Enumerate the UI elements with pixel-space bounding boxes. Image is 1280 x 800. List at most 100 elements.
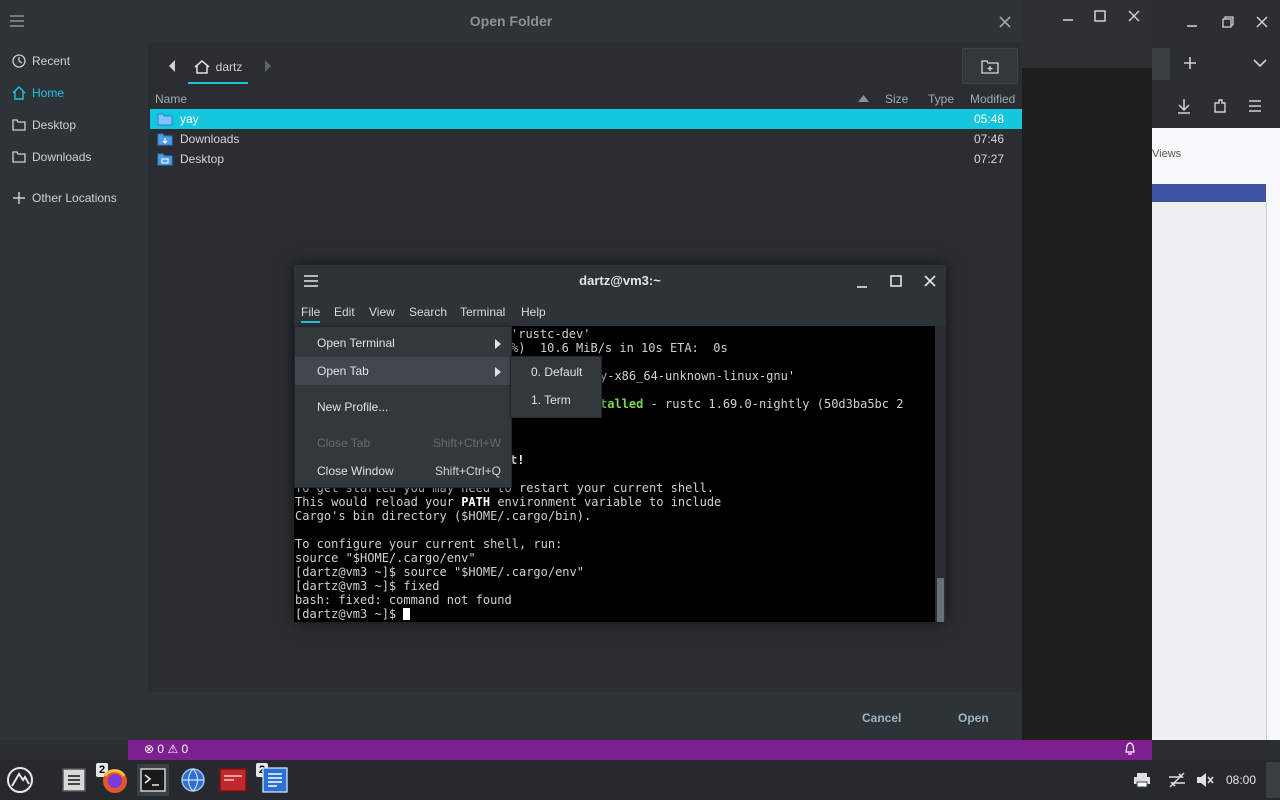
menu-item-close-window[interactable]: Close Window Shift+Ctrl+Q <box>295 457 511 485</box>
menu-item-label: New Profile... <box>317 400 389 414</box>
tab-list-chevron-icon[interactable] <box>1253 58 1267 68</box>
dialog-title: Open Folder <box>469 13 553 29</box>
submenu-item-label: 0. Default <box>531 365 583 379</box>
path-back-icon[interactable] <box>164 52 180 80</box>
new-folder-button[interactable] <box>962 48 1018 84</box>
printer-icon[interactable] <box>1133 772 1151 788</box>
column-header-name[interactable]: Name <box>155 92 187 106</box>
column-header-modified[interactable]: Modified <box>970 92 1015 106</box>
bg-close-icon[interactable] <box>1128 10 1140 22</box>
menu-item-close-tab: Close Tab Shift+Ctrl+W <box>295 429 511 457</box>
terminal-scrollbar-thumb[interactable] <box>937 578 944 622</box>
dialog-close-icon[interactable] <box>999 16 1011 28</box>
sidebar-item-downloads[interactable]: Downloads <box>12 147 91 167</box>
folder-icon <box>12 151 26 163</box>
submenu-item-default[interactable]: 0. Default <box>511 358 601 386</box>
column-header-type[interactable]: Type <box>928 92 954 106</box>
bg-maximize-icon[interactable] <box>1094 10 1106 22</box>
file-row-desktop[interactable]: Desktop 07:27 <box>150 149 1022 169</box>
terminal-text: This would reload your <box>295 495 454 509</box>
terminal-cursor <box>403 608 411 620</box>
browser-minimize-icon[interactable] <box>1186 16 1198 28</box>
submenu-arrow-icon <box>495 367 501 377</box>
browser-page-band <box>1152 184 1266 202</box>
menu-item-open-terminal[interactable]: Open Terminal <box>295 329 511 357</box>
menu-item-open-tab[interactable]: Open Tab <box>295 357 511 385</box>
file-row-downloads[interactable]: Downloads 07:46 <box>150 129 1022 149</box>
extensions-icon[interactable] <box>1212 98 1228 114</box>
column-header-size[interactable]: Size <box>885 92 908 106</box>
sidebar-item-desktop[interactable]: Desktop <box>12 115 76 135</box>
sidebar-item-recent[interactable]: Recent <box>12 51 70 71</box>
file-name: Desktop <box>180 152 225 166</box>
red-app-icon[interactable] <box>217 764 249 796</box>
taskbar: 2 2 08:00 <box>0 760 1280 800</box>
firefox-icon[interactable] <box>98 764 130 796</box>
path-forward-icon[interactable] <box>260 52 276 80</box>
folder-icon <box>157 113 173 126</box>
new-tab-icon[interactable] <box>1183 56 1197 70</box>
error-count: 0 <box>157 742 165 756</box>
menu-item-shortcut: Shift+Ctrl+W <box>432 436 501 450</box>
clock[interactable]: 08:00 <box>1226 773 1256 787</box>
show-desktop-button[interactable] <box>1266 762 1280 798</box>
editor-app-icon[interactable] <box>258 764 290 796</box>
sidebar-item-other-locations[interactable]: Other Locations <box>12 188 117 208</box>
plus-icon <box>13 192 25 204</box>
terminal-line: y-x86_64-unknown-linux-gnu' <box>600 369 796 383</box>
submenu-arrow-icon <box>495 339 501 349</box>
submenu-item-label: 1. Term <box>531 393 571 407</box>
terminal-line: [dartz@vm3 ~]$ fixed <box>295 579 440 593</box>
breadcrumb-home[interactable]: dartz <box>188 52 248 84</box>
notification-bell-icon[interactable] <box>1124 742 1136 756</box>
places-sidebar: Recent Home Desktop Downloads Other Loca… <box>0 42 148 692</box>
browser-page-text: Views <box>1152 148 1182 160</box>
menu-help[interactable]: Help <box>521 305 546 319</box>
downloads-icon[interactable] <box>1176 98 1192 114</box>
error-icon: ⊗ <box>144 742 155 756</box>
prompt-text: [dartz@vm3 ~]$ <box>295 607 404 621</box>
terminal-text: environment variable to include <box>490 495 722 509</box>
menu-file[interactable]: File <box>301 305 321 323</box>
file-modified: 07:46 <box>973 132 1004 146</box>
sidebar-item-label: Downloads <box>32 150 92 164</box>
browser-globe-icon[interactable] <box>177 764 209 796</box>
terminal-title: dartz@vm3:~ <box>579 273 661 288</box>
browser-tab-fragment[interactable] <box>1152 48 1170 80</box>
sort-ascending-icon[interactable] <box>858 95 869 102</box>
menu-item-label: Close Tab <box>317 436 371 450</box>
terminal-maximize-icon[interactable] <box>890 275 902 287</box>
open-button[interactable]: Open <box>958 711 989 725</box>
sidebar-item-label: Home <box>32 86 65 100</box>
browser-menu-icon[interactable] <box>1248 99 1262 113</box>
volume-muted-icon[interactable] <box>1196 772 1214 788</box>
menu-view[interactable]: View <box>369 305 395 319</box>
network-icon[interactable] <box>1168 772 1186 788</box>
menu-item-new-profile[interactable]: New Profile... <box>295 393 511 421</box>
cancel-button[interactable]: Cancel <box>862 711 901 725</box>
file-modified: 07:27 <box>973 152 1004 166</box>
menu-edit[interactable]: Edit <box>334 305 355 319</box>
terminal-close-icon[interactable] <box>924 275 936 287</box>
home-icon <box>194 60 210 74</box>
file-manager-icon[interactable] <box>58 764 90 796</box>
terminal-minimize-icon[interactable] <box>856 277 868 289</box>
browser-restore-icon[interactable] <box>1222 16 1234 28</box>
file-row-yay[interactable]: yay 05:48 <box>150 109 1022 129</box>
terminal-line: %) 10.6 MiB/s in 10s ETA: 0s <box>511 341 728 355</box>
problems-indicator[interactable]: ⊗ 0 ⚠ 0 <box>144 742 188 756</box>
file-modified: 05:48 <box>973 112 1004 126</box>
clock-icon <box>12 54 26 68</box>
background-editor-area <box>1022 68 1152 740</box>
app-launcher-icon[interactable] <box>4 764 36 796</box>
bg-minimize-icon[interactable] <box>1062 10 1074 22</box>
home-icon <box>12 86 26 100</box>
submenu-item-term[interactable]: 1. Term <box>511 386 601 414</box>
browser-close-icon[interactable] <box>1256 16 1268 28</box>
terminal-taskbar-icon[interactable] <box>137 764 169 796</box>
terminal-line: talled - rustc 1.69.0-nightly (50d3ba5bc… <box>600 397 903 411</box>
sidebar-item-label: Recent <box>32 54 71 68</box>
sidebar-item-home[interactable]: Home <box>12 83 64 103</box>
menu-terminal[interactable]: Terminal <box>460 305 505 319</box>
menu-search[interactable]: Search <box>409 305 447 319</box>
